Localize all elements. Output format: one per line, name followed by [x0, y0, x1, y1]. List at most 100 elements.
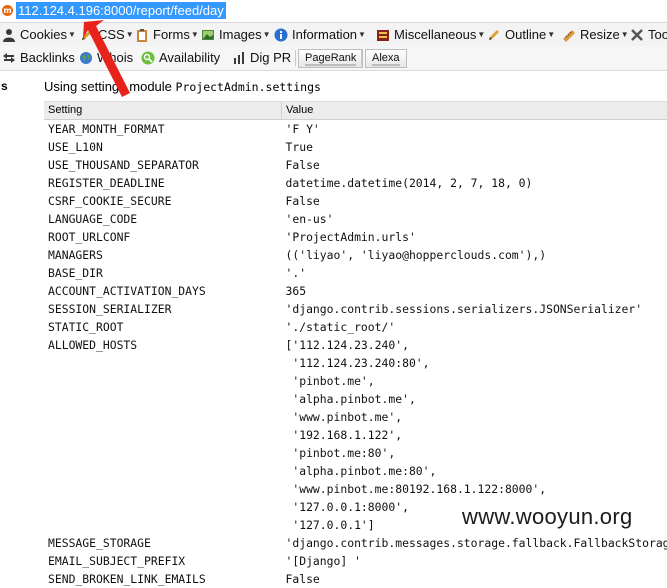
table-row: MESSAGE_STORAGE'django.contrib.messages.… [44, 534, 667, 552]
pagerank-button[interactable]: PageRank [298, 49, 363, 68]
setting-value: 'F Y' [282, 120, 667, 139]
setting-value: False [282, 570, 667, 588]
setting-name: CSRF_COOKIE_SECURE [44, 192, 282, 210]
css-label: CSS [98, 27, 125, 42]
setting-value: True [282, 138, 667, 156]
table-header-row: Setting Value [44, 102, 667, 120]
address-bar[interactable]: m 112.124.4.196:8000/report/feed/day [0, 0, 667, 23]
css-menu[interactable]: CSS▼ [80, 23, 134, 46]
seo-toolbar: Backlinks Whois Availability Dig PR Page… [0, 46, 667, 71]
column-header-setting: Setting [44, 102, 282, 120]
alexa-bar [372, 64, 400, 66]
clipboard-icon [135, 28, 149, 42]
setting-name: USE_THOUSAND_SEPARATOR [44, 156, 282, 174]
watermark: www.wooyun.org [462, 504, 633, 530]
left-pane [0, 71, 40, 546]
setting-name: SESSION_SERIALIZER [44, 300, 282, 318]
setting-value: './static_root/' [282, 318, 667, 336]
toolbar-separator [361, 50, 362, 66]
table-row: ACCOUNT_ACTIVATION_DAYS365 [44, 282, 667, 300]
pagerank-label: PageRank [305, 52, 356, 64]
backlinks-button[interactable]: Backlinks [2, 46, 75, 69]
setting-name: EMAIL_SUBJECT_PREFIX [44, 552, 282, 570]
setting-name: MESSAGE_STORAGE [44, 534, 282, 552]
information-menu[interactable]: Information▼ [274, 23, 366, 46]
setting-name: YEAR_MONTH_FORMAT [44, 120, 282, 139]
ruler-icon [562, 28, 576, 42]
setting-name: BASE_DIR [44, 264, 282, 282]
pen-icon [487, 28, 501, 42]
setting-name: SEND_BROKEN_LINK_EMAILS [44, 570, 282, 588]
misc-icon [376, 28, 390, 42]
backlinks-label: Backlinks [20, 50, 75, 65]
tools-icon [630, 28, 644, 42]
heading-text: Using settings module [44, 79, 176, 94]
alexa-button[interactable]: Alexa [365, 49, 407, 68]
miscellaneous-menu[interactable]: Miscellaneous▼ [376, 23, 485, 46]
pencil-icon [80, 28, 94, 42]
globe-icon [79, 51, 93, 65]
miscellaneous-label: Miscellaneous [394, 27, 476, 42]
cookies-menu[interactable]: Cookies▼ [2, 23, 76, 46]
resize-menu[interactable]: Resize▼ [562, 23, 629, 46]
setting-value: 365 [282, 282, 667, 300]
information-label: Information [292, 27, 357, 42]
left-pane-label: s [1, 79, 8, 93]
setting-name: ACCOUNT_ACTIVATION_DAYS [44, 282, 282, 300]
setting-name: USE_L10N [44, 138, 282, 156]
settings-heading: Using settings module ProjectAdmin.setti… [44, 79, 321, 94]
availability-button[interactable]: Availability [141, 46, 220, 69]
setting-value: '[Django] ' [282, 552, 667, 570]
pagerank-bar [305, 64, 356, 66]
setting-name: ROOT_URLCONF [44, 228, 282, 246]
table-row: LANGUAGE_CODE'en-us' [44, 210, 667, 228]
dig-pr-button[interactable]: Dig PR [232, 46, 291, 69]
setting-name: LANGUAGE_CODE [44, 210, 282, 228]
bars-icon [232, 51, 246, 65]
table-row: BASE_DIR'.' [44, 264, 667, 282]
whois-button[interactable]: Whois [79, 46, 133, 69]
setting-name: ALLOWED_HOSTS [44, 336, 282, 534]
setting-value: 'django.contrib.messages.storage.fallbac… [282, 534, 667, 552]
table-row: SEND_BROKEN_LINK_EMAILSFalse [44, 570, 667, 588]
setting-value: False [282, 192, 667, 210]
outline-label: Outline [505, 27, 546, 42]
backlinks-icon [2, 51, 16, 65]
table-row: USE_L10NTrue [44, 138, 667, 156]
column-header-value: Value [282, 102, 667, 120]
setting-value: False [282, 156, 667, 174]
setting-name: REGISTER_DEADLINE [44, 174, 282, 192]
table-row: CSRF_COOKIE_SECUREFalse [44, 192, 667, 210]
table-row: MANAGERS(('liyao', 'liyao@hopperclouds.c… [44, 246, 667, 264]
outline-menu[interactable]: Outline▼ [487, 23, 555, 46]
tools-menu[interactable]: Too [630, 23, 667, 46]
setting-value: 'ProjectAdmin.urls' [282, 228, 667, 246]
images-menu[interactable]: Images▼ [201, 23, 271, 46]
web-developer-toolbar: Cookies▼ CSS▼ Forms▼ Images▼ Information… [0, 23, 667, 47]
image-icon [201, 28, 215, 42]
table-row: REGISTER_DEADLINEdatetime.datetime(2014,… [44, 174, 667, 192]
availability-label: Availability [159, 50, 220, 65]
url-text[interactable]: 112.124.4.196:8000/report/feed/day [16, 2, 226, 19]
site-favicon-icon: m [2, 5, 13, 16]
setting-name: STATIC_ROOT [44, 318, 282, 336]
setting-value: 'en-us' [282, 210, 667, 228]
setting-value: (('liyao', 'liyao@hopperclouds.com'),) [282, 246, 667, 264]
setting-value: 'django.contrib.sessions.serializers.JSO… [282, 300, 667, 318]
resize-label: Resize [580, 27, 620, 42]
toolbar-separator [295, 50, 296, 66]
table-row: EMAIL_SUBJECT_PREFIX'[Django] ' [44, 552, 667, 570]
table-row: STATIC_ROOT'./static_root/' [44, 318, 667, 336]
forms-menu[interactable]: Forms▼ [135, 23, 199, 46]
dig-pr-label: Dig PR [250, 50, 291, 65]
heading-module: ProjectAdmin.settings [176, 80, 321, 94]
setting-value: datetime.datetime(2014, 2, 7, 18, 0) [282, 174, 667, 192]
setting-value: '.' [282, 264, 667, 282]
table-row: SESSION_SERIALIZER'django.contrib.sessio… [44, 300, 667, 318]
info-icon [274, 28, 288, 42]
table-row: ROOT_URLCONF'ProjectAdmin.urls' [44, 228, 667, 246]
magnifier-icon [141, 51, 155, 65]
cookies-label: Cookies [20, 27, 67, 42]
tools-label: Too [648, 27, 667, 42]
person-icon [2, 28, 16, 42]
